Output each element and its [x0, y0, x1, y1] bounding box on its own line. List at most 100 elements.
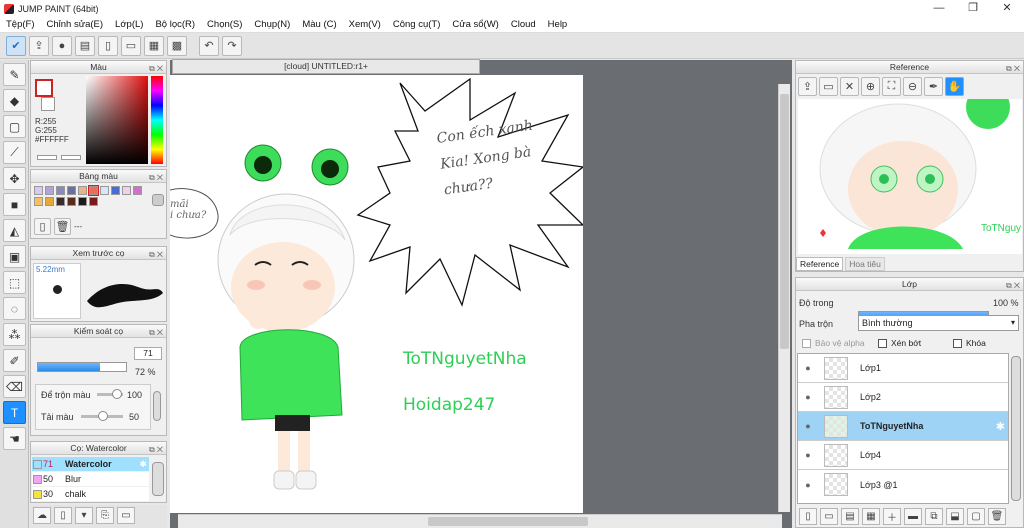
- background-color-swatch[interactable]: [41, 97, 55, 111]
- eye-icon[interactable]: ●: [798, 480, 818, 490]
- move-tool-icon[interactable]: ✥: [3, 167, 26, 190]
- tiles-icon[interactable]: ▩: [167, 35, 187, 56]
- foreground-color-swatch[interactable]: [35, 79, 53, 97]
- marquee-tool-icon[interactable]: ⬚: [3, 271, 26, 294]
- mix-slider[interactable]: [97, 389, 123, 399]
- close-button[interactable]: ✕: [990, 0, 1024, 17]
- brush-settings-icon[interactable]: ✱: [139, 459, 147, 470]
- document-icon[interactable]: ▭: [121, 35, 141, 56]
- eye-icon[interactable]: ●: [798, 392, 818, 402]
- fill-rect-tool-icon[interactable]: ■: [3, 193, 26, 216]
- layer-row[interactable]: ● Lớp3 @1: [798, 470, 1008, 499]
- magic-wand-tool-icon[interactable]: ⁂: [3, 323, 26, 346]
- delete-layer-icon[interactable]: 🗑: [988, 508, 1006, 525]
- brush-control-scrollbar[interactable]: [153, 391, 161, 421]
- text-tool-icon[interactable]: T: [3, 401, 26, 424]
- menu-filter[interactable]: Bộ lọc(R): [149, 19, 201, 30]
- layer-settings-icon[interactable]: ✱: [996, 420, 1005, 433]
- panel-popout-icon[interactable]: ⧉ ✕: [1006, 62, 1020, 75]
- canvas-vertical-scrollbar[interactable]: [778, 84, 790, 512]
- panel-popout-icon[interactable]: ⧉ ✕: [149, 443, 163, 456]
- brush-item-blur[interactable]: 50 Blur: [32, 472, 149, 486]
- palette-swatch[interactable]: [34, 197, 43, 206]
- brush-item-watercolor[interactable]: 71 Watercolor ✱: [32, 457, 149, 471]
- line-tool-icon[interactable]: ⟋: [3, 141, 26, 164]
- eye-icon[interactable]: ●: [798, 450, 818, 460]
- palette-swatch[interactable]: [45, 197, 54, 206]
- eye-icon[interactable]: ●: [798, 363, 818, 373]
- new-folder-icon[interactable]: ▬: [904, 508, 922, 525]
- cloud-check-icon[interactable]: ✔: [6, 35, 26, 56]
- open-image-icon[interactable]: ▭: [819, 77, 838, 96]
- undo-icon[interactable]: ↶: [199, 35, 219, 56]
- color-mode-button[interactable]: [37, 155, 57, 160]
- minimize-button[interactable]: —: [922, 0, 956, 17]
- menu-layer[interactable]: Lớp(L): [109, 19, 149, 30]
- hand-icon[interactable]: ✋: [945, 77, 964, 96]
- layer-row-selected[interactable]: ● ToTNguyetNha ✱: [798, 412, 1008, 441]
- palette-swatch[interactable]: [56, 197, 65, 206]
- panel-popout-icon[interactable]: ⧉ ✕: [149, 248, 163, 261]
- drawing-canvas[interactable]: Con ếch xanh Kia! Xong bà chưa?? mãi i c…: [169, 75, 585, 513]
- close-reference-icon[interactable]: ✕: [840, 77, 859, 96]
- palette-scroll-button[interactable]: [152, 194, 164, 206]
- menu-help[interactable]: Help: [542, 19, 574, 30]
- new-brush-icon[interactable]: ▯: [54, 507, 72, 524]
- clear-layer-icon[interactable]: ▢: [967, 508, 985, 525]
- redo-icon[interactable]: ↷: [222, 35, 242, 56]
- cloud-brush-icon[interactable]: ☁: [33, 507, 51, 524]
- bucket-tool-icon[interactable]: ◭: [3, 219, 26, 242]
- tab-navigator[interactable]: Hoa tiêu: [845, 257, 885, 271]
- brush-type-icon[interactable]: ▾: [75, 507, 93, 524]
- brush-tool-icon[interactable]: ✎: [3, 63, 26, 86]
- brush-size-slider[interactable]: [37, 362, 127, 372]
- menu-select[interactable]: Chọn(S): [201, 19, 248, 30]
- palette-swatch[interactable]: [67, 197, 76, 206]
- palette-swatch[interactable]: [88, 185, 99, 196]
- palette-swatch[interactable]: [78, 197, 87, 206]
- brush-copy-icon[interactable]: ⎘: [96, 507, 114, 524]
- gradient-tool-icon[interactable]: ▣: [3, 245, 26, 268]
- tab-reference[interactable]: Reference: [796, 257, 844, 271]
- chat-icon[interactable]: ▤: [75, 35, 95, 56]
- palette-swatch[interactable]: [34, 186, 43, 195]
- duplicate-layer-icon[interactable]: ⧉: [925, 508, 943, 525]
- palette-swatch[interactable]: [111, 186, 120, 195]
- palette-swatch[interactable]: [67, 186, 76, 195]
- document-tab[interactable]: [cloud] UNTITLED:r1+: [172, 59, 480, 74]
- merge-down-icon[interactable]: ⬓: [946, 508, 964, 525]
- reference-image[interactable]: ToTNguy: [798, 99, 1022, 254]
- protect-alpha-checkbox[interactable]: Bảo vệ alpha: [802, 338, 865, 349]
- layer-row[interactable]: ● Lớp1: [798, 354, 1008, 383]
- select-pen-tool-icon[interactable]: ✐: [3, 349, 26, 372]
- eye-icon[interactable]: ●: [798, 421, 818, 431]
- maximize-button[interactable]: ❐: [956, 0, 990, 17]
- export-icon[interactable]: ⇪: [29, 35, 49, 56]
- canvas-horizontal-scrollbar[interactable]: [178, 514, 782, 528]
- add-layer-menu-icon[interactable]: ＋: [883, 508, 901, 525]
- comment-icon[interactable]: ●: [52, 35, 72, 56]
- zoom-out-icon[interactable]: ⊖: [903, 77, 922, 96]
- menu-cloud[interactable]: Cloud: [505, 19, 542, 30]
- menu-color[interactable]: Màu (C): [296, 19, 342, 30]
- zoom-in-icon[interactable]: ⊕: [861, 77, 880, 96]
- color-swap-button[interactable]: [61, 155, 81, 160]
- hue-slider[interactable]: [151, 76, 163, 164]
- brush-item-chalk[interactable]: 30 chalk: [32, 487, 149, 501]
- palette-swatch[interactable]: [78, 186, 87, 195]
- saturation-value-picker[interactable]: [86, 76, 148, 164]
- page-icon[interactable]: ▯: [98, 35, 118, 56]
- palette-swatch[interactable]: [89, 197, 98, 206]
- panel-popout-icon[interactable]: ⧉ ✕: [149, 171, 163, 184]
- layer-row[interactable]: ● Lớp4: [798, 441, 1008, 470]
- eyedropper-icon[interactable]: ✒: [924, 77, 943, 96]
- palette-swatch[interactable]: [122, 186, 131, 195]
- refill-slider[interactable]: [81, 411, 123, 421]
- brush-folder-icon[interactable]: ▭: [117, 507, 135, 524]
- palette-swatch[interactable]: [133, 186, 142, 195]
- panel-popout-icon[interactable]: ⧉ ✕: [149, 62, 163, 75]
- grid-layout-icon[interactable]: ▦: [144, 35, 164, 56]
- menu-capture[interactable]: Chụp(N): [248, 19, 296, 30]
- new-layer-icon[interactable]: ▯: [799, 508, 817, 525]
- eraser-tool-icon[interactable]: ◆: [3, 89, 26, 112]
